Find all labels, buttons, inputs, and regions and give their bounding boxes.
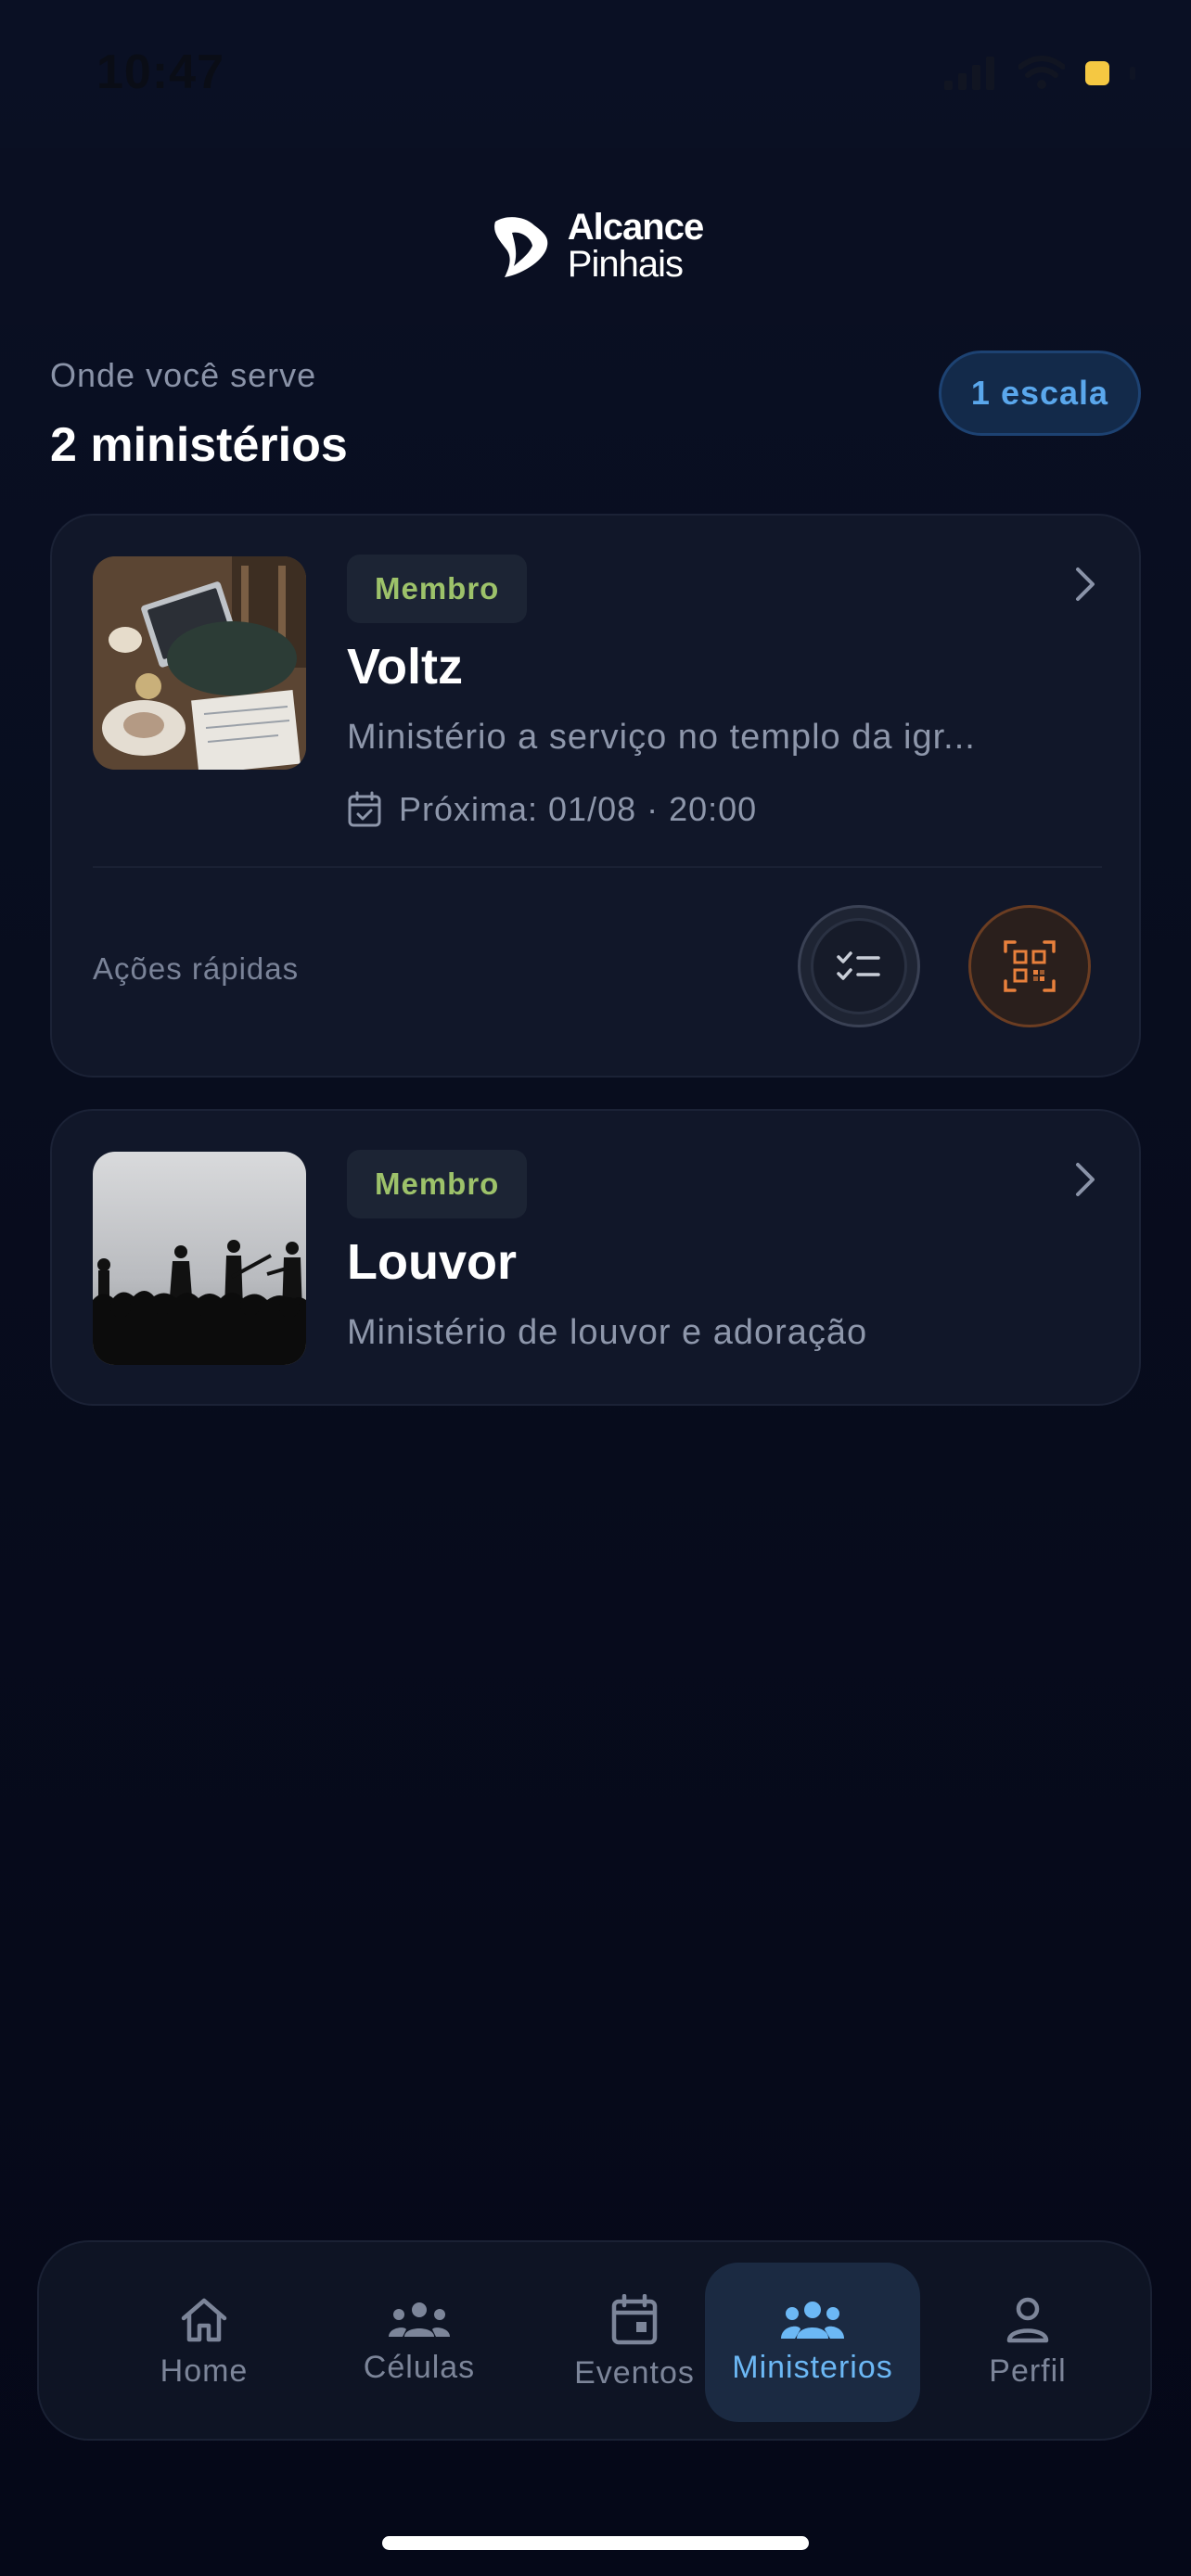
section-subtitle: Onde você serve <box>50 356 317 394</box>
ministry-card-voltz[interactable]: Membro Voltz Ministério a serviço no tem… <box>50 514 1141 1078</box>
nav-label-eventos: Eventos <box>574 2354 695 2391</box>
chevron-right-icon[interactable] <box>1072 564 1098 605</box>
ministry-description: Ministério a serviço no templo da igr... <box>347 718 976 757</box>
wifi-icon <box>1018 56 1065 89</box>
role-badge: Membro <box>347 1150 528 1218</box>
nav-item-celulas[interactable]: Células <box>312 2263 527 2422</box>
status-bar: 10:47 <box>0 0 1191 148</box>
chevron-right-icon[interactable] <box>1072 1159 1098 1200</box>
ministry-description: Ministério de louvor e adoração <box>347 1313 868 1352</box>
signal-icon <box>944 57 994 90</box>
calendar-icon <box>611 2293 658 2344</box>
logo-line2: Pinhais <box>567 244 684 285</box>
ministry-card-louvor[interactable]: Membro Louvor Ministério de louvor e ado… <box>50 1109 1141 1406</box>
ministry-thumbnail <box>93 1152 306 1365</box>
ministry-thumbnail <box>93 556 306 770</box>
battery-icon <box>1085 61 1109 85</box>
checklist-icon <box>837 951 880 980</box>
ministries-screen: 10:47 Alcance Pinhais Onde você serve 2 … <box>0 0 1191 2576</box>
nav-label-celulas: Células <box>363 2349 476 2385</box>
role-badge: Membro <box>347 555 528 623</box>
next-schedule: Próxima: 01/08 · 20:00 <box>347 790 757 829</box>
bottom-nav: Home Células Eventos Ministerios Perfil <box>37 2240 1152 2441</box>
group-icon <box>389 2302 450 2337</box>
battery-tip <box>1130 67 1135 80</box>
ministry-name: Voltz <box>347 639 463 695</box>
home-indicator[interactable] <box>382 2536 809 2550</box>
nav-item-ministerios[interactable]: Ministerios <box>705 2263 920 2422</box>
status-time: 10:47 <box>96 45 224 99</box>
nav-label-perfil: Perfil <box>989 2353 1067 2389</box>
logo-mark-icon <box>493 217 548 277</box>
logo: Alcance Pinhais <box>488 207 704 285</box>
section-title: 2 ministérios <box>50 418 348 472</box>
qr-code-icon <box>1004 940 1056 992</box>
nav-label-home: Home <box>160 2353 249 2389</box>
calendar-check-icon <box>348 791 381 827</box>
people-icon <box>781 2301 844 2339</box>
nav-label-ministerios: Ministerios <box>732 2349 893 2385</box>
nav-item-perfil[interactable]: Perfil <box>920 2263 1135 2422</box>
app-header: Alcance Pinhais <box>0 148 1191 325</box>
logo-line1: Alcance <box>567 207 704 248</box>
person-icon <box>1006 2297 1049 2342</box>
home-icon <box>181 2298 227 2341</box>
checklist-button[interactable] <box>798 905 920 1027</box>
ministry-name: Louvor <box>347 1234 517 1290</box>
card-divider <box>93 866 1102 868</box>
next-schedule-text: Próxima: 01/08 · 20:00 <box>399 790 758 828</box>
status-icons <box>944 56 1135 91</box>
nav-item-home[interactable]: Home <box>96 2263 312 2422</box>
quick-actions-label: Ações rápidas <box>93 951 300 986</box>
qr-code-button[interactable] <box>968 905 1091 1027</box>
escala-pill[interactable]: 1 escala <box>939 351 1141 436</box>
